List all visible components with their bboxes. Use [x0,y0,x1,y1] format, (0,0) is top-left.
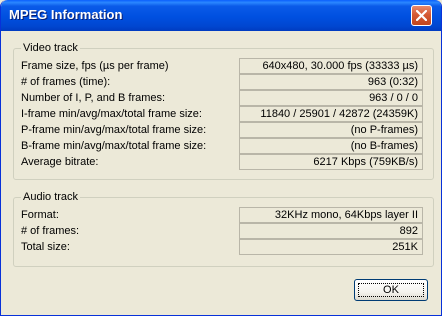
p-frame-size-label: P-frame min/avg/max/total frame size: [21,124,207,136]
audio-track-title: Audio track [21,190,81,204]
video-row-ipb-frames: Number of I, P, and B frames: 963 / 0 / … [14,90,433,106]
video-track-group: Video track Frame size, fps (µs per fram… [13,41,434,180]
frame-count-value: 963 (0:32) [239,74,423,90]
audio-row-total-size: Total size: 251K [14,239,433,255]
audio-frame-count-value: 892 [239,223,423,239]
close-button[interactable] [411,5,432,26]
b-frame-size-value: (no B-frames) [239,138,423,154]
i-frame-size-value: 11840 / 25901 / 42872 (24359K) [239,106,423,122]
ipb-frames-value: 963 / 0 / 0 [239,90,423,106]
b-frame-size-label: B-frame min/avg/max/total frame size: [21,140,207,152]
frame-size-value: 640x480, 30.000 fps (33333 µs) [239,58,423,74]
close-icon [416,10,427,21]
frame-count-label: # of frames (time): [21,76,111,88]
video-row-frame-count: # of frames (time): 963 (0:32) [14,74,433,90]
audio-total-size-label: Total size: [21,241,70,253]
video-track-title: Video track [21,41,80,55]
average-bitrate-label: Average bitrate: [21,156,99,168]
ipb-frames-label: Number of I, P, and B frames: [21,92,166,104]
video-row-frame-size: Frame size, fps (µs per frame) 640x480, … [14,58,433,74]
ok-button[interactable]: OK [354,279,428,301]
dialog-client-area: Video track Frame size, fps (µs per fram… [4,31,438,313]
average-bitrate-value: 6217 Kbps (759KB/s) [239,154,423,170]
audio-track-group: Audio track Format: 32KHz mono, 64Kbps l… [13,190,434,267]
audio-row-format: Format: 32KHz mono, 64Kbps layer II [14,207,433,223]
video-row-b-frame-size: B-frame min/avg/max/total frame size: (n… [14,138,433,154]
audio-row-frame-count: # of frames: 892 [14,223,433,239]
window-title: MPEG Information [9,7,123,22]
audio-format-value: 32KHz mono, 64Kbps layer II [239,207,423,223]
title-bar[interactable]: MPEG Information [1,0,441,31]
video-row-i-frame-size: I-frame min/avg/max/total frame size: 11… [14,106,433,122]
video-row-average-bitrate: Average bitrate: 6217 Kbps (759KB/s) [14,154,433,170]
video-row-p-frame-size: P-frame min/avg/max/total frame size: (n… [14,122,433,138]
mpeg-information-dialog: MPEG Information Video track Frame size,… [0,0,442,316]
ok-button-label: OK [383,284,399,296]
p-frame-size-value: (no P-frames) [239,122,423,138]
i-frame-size-label: I-frame min/avg/max/total frame size: [21,108,202,120]
frame-size-label: Frame size, fps (µs per frame) [21,60,169,72]
audio-total-size-value: 251K [239,239,423,255]
audio-format-label: Format: [21,209,59,221]
audio-frame-count-label: # of frames: [21,225,80,237]
